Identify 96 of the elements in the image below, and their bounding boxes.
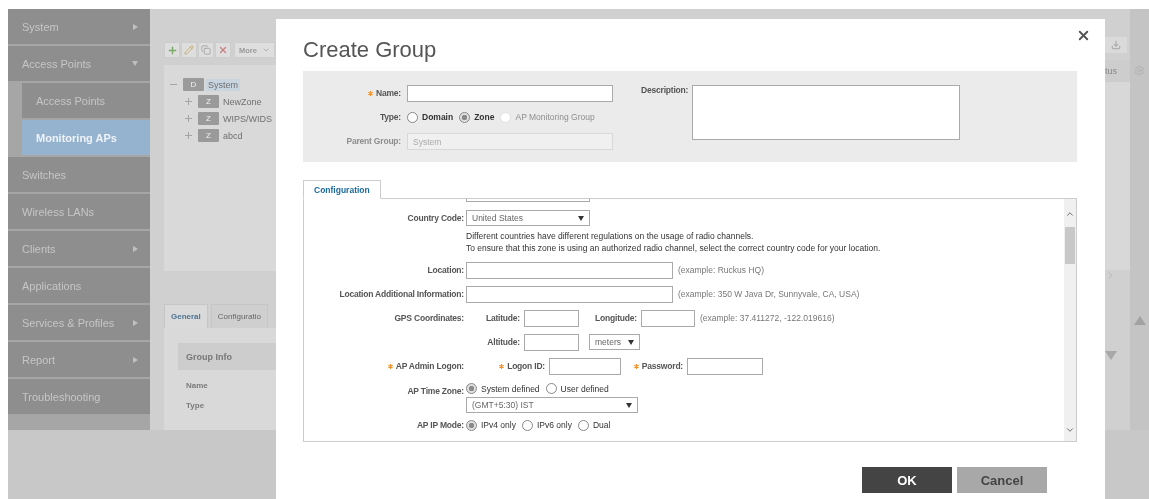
field-label: Type: <box>378 111 401 124</box>
radio-label: IPv6 only <box>536 420 572 430</box>
close-button[interactable] <box>1076 28 1091 43</box>
pencil-icon <box>184 45 194 55</box>
dropdown[interactable]: United States <box>466 210 590 226</box>
input-field[interactable] <box>641 309 695 327</box>
field-label: Name: <box>376 88 401 98</box>
sidebar-item[interactable]: Monitoring APs <box>22 120 150 155</box>
radio-button[interactable] <box>466 383 477 394</box>
tab[interactable]: Configuration <box>303 180 381 199</box>
input-field[interactable] <box>407 85 613 102</box>
radio-button[interactable] <box>521 419 533 431</box>
tree-badge: Z <box>198 129 219 142</box>
column-header: tus <box>1105 60 1130 82</box>
add-button[interactable] <box>164 42 180 58</box>
ok-button[interactable]: OK <box>862 467 952 493</box>
copy-icon <box>201 45 211 55</box>
caret-icon <box>626 402 632 408</box>
dropdown[interactable]: meters <box>589 334 640 350</box>
radio-button[interactable] <box>407 111 418 123</box>
radio-label: Domain <box>422 112 454 122</box>
edit-button[interactable] <box>181 42 197 58</box>
delete-button[interactable] <box>215 42 231 58</box>
radio-label: AP Monitoring Group <box>515 112 595 122</box>
hint-text: (example: 350 W Java Dr, Sunnyvale, CA, USA) <box>678 289 860 299</box>
field-label: Logon ID: <box>507 361 545 371</box>
chevron-up-icon <box>1065 209 1075 219</box>
plus-icon <box>166 44 178 56</box>
field-label: Name <box>186 379 208 392</box>
hint-text: (example: Ruckus HQ) <box>678 265 764 275</box>
copy-button[interactable] <box>198 42 214 58</box>
radio-button[interactable] <box>466 419 477 431</box>
dialog-title: Create Group <box>303 36 438 64</box>
tree-item[interactable]: abcd <box>221 129 245 142</box>
input-field[interactable] <box>466 261 673 279</box>
field-label: Description: <box>641 85 689 95</box>
field-label: Latitude: <box>484 313 520 323</box>
caret-icon <box>628 339 634 345</box>
field-label: Location Additional Information: <box>339 289 464 299</box>
radio-button[interactable] <box>545 383 557 394</box>
tab[interactable]: Configuratio <box>210 303 268 328</box>
tree-badge: D <box>183 78 204 91</box>
plus-icon[interactable] <box>185 98 192 105</box>
triangle-up-icon[interactable] <box>1133 316 1146 325</box>
close-icon <box>1076 28 1091 43</box>
tree-badge: Z <box>198 112 219 125</box>
sidebar-item[interactable]: Troubleshooting <box>8 379 150 414</box>
help-text: To ensure that this zone is using an authorized radio channel, select the correct country code for your location. <box>466 242 882 254</box>
chevron-down-icon <box>261 46 270 54</box>
field-label: GPS Coordinates: <box>394 313 464 323</box>
caret-icon <box>578 215 584 221</box>
description-field[interactable] <box>692 85 961 140</box>
input-field[interactable] <box>524 333 579 351</box>
download-button[interactable] <box>1105 37 1127 53</box>
field-label: Longitude: <box>594 313 637 323</box>
dropdown[interactable]: (GMT+5:30) IST <box>466 397 638 413</box>
tab[interactable]: General <box>164 303 208 328</box>
sidebar-item[interactable]: Wireless LANs <box>8 194 150 229</box>
plus-icon[interactable] <box>185 115 192 122</box>
help-text: Different countries have different regulations on the usage of radio channels. <box>466 230 755 242</box>
scrollbar[interactable] <box>1064 199 1076 441</box>
x-icon <box>218 45 228 55</box>
field-label: Type <box>186 399 205 412</box>
tree-item[interactable]: System <box>206 78 240 91</box>
input-field[interactable] <box>549 357 621 375</box>
input-field[interactable] <box>524 309 579 327</box>
radio-label: User defined <box>560 383 609 394</box>
field-label: AP Time Zone: <box>407 386 464 396</box>
field-label: Parent Group: <box>345 135 401 148</box>
tree-item[interactable]: NewZone <box>221 95 264 108</box>
radio-button[interactable] <box>577 419 589 431</box>
hint-text: (example: 37.411272, -122.019616) <box>700 313 835 323</box>
minus-icon[interactable] <box>170 81 177 88</box>
input-field[interactable] <box>687 357 763 375</box>
download-icon <box>1111 40 1121 50</box>
plus-icon[interactable] <box>185 132 192 139</box>
radio-label: IPv4 only <box>481 420 516 430</box>
sidebar-item[interactable]: Applications <box>8 268 150 303</box>
input-field[interactable] <box>466 285 673 303</box>
field-label: Password: <box>641 361 683 371</box>
sidebar-item[interactable]: Access Points <box>22 83 150 118</box>
field-label: Location: <box>427 265 464 275</box>
radio-label: Zone <box>474 112 495 122</box>
field-label: AP IP Mode: <box>416 420 464 430</box>
sidebar-item[interactable]: Report <box>8 342 150 377</box>
tree-badge: Z <box>198 95 219 108</box>
chevron-down-icon <box>1065 425 1075 435</box>
field-label: Country Code: <box>407 213 464 223</box>
scrollbar-thumb[interactable] <box>1065 227 1075 264</box>
sidebar-item[interactable]: Access Points <box>8 46 150 81</box>
field-label: AP Admin Logon: <box>395 361 464 371</box>
radio-label: System defined <box>481 383 540 394</box>
radio-button[interactable] <box>459 111 471 123</box>
radio-label: Dual <box>592 420 611 430</box>
tree-item[interactable]: WIPS/WIDS <box>221 112 274 125</box>
cancel-button[interactable]: Cancel <box>957 467 1047 493</box>
